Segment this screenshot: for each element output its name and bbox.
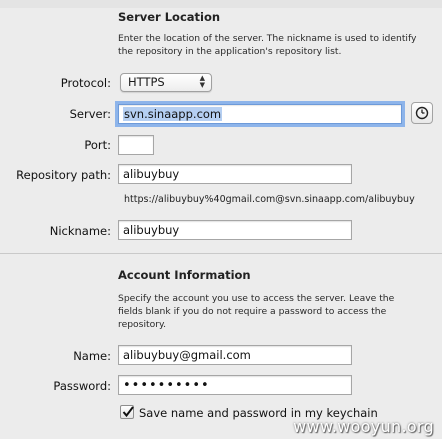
password-dots: •••••••••• [123, 378, 210, 393]
repository-url-preview: https://alibuybuy%40gmail.com@svn.sinaap… [124, 194, 415, 205]
protocol-select[interactable]: HTTPS ▲ ▼ [120, 73, 212, 92]
name-input[interactable]: alibuybuy@gmail.com [118, 345, 352, 365]
port-input[interactable] [118, 135, 154, 155]
server-input-value: svn.sinaapp.com [123, 107, 223, 121]
server-location-help: Enter the location of the server. The ni… [118, 33, 417, 57]
protocol-select-value: HTTPS [128, 75, 165, 89]
save-keychain-checkbox[interactable] [120, 405, 134, 419]
password-input[interactable]: •••••••••• [118, 375, 352, 395]
section-divider [0, 253, 442, 254]
password-label: Password: [53, 379, 111, 393]
server-input[interactable]: svn.sinaapp.com [118, 104, 402, 124]
scrolled-content-edge [0, 0, 442, 8]
port-label: Port: [84, 138, 111, 152]
watermark-text: www.wooyun.org [293, 417, 434, 436]
nickname-input[interactable]: alibuybuy [118, 220, 352, 240]
account-information-help: Specify the account you use to access th… [118, 293, 395, 330]
clock-icon [415, 106, 429, 120]
server-label: Server: [69, 107, 111, 121]
repository-path-label: Repository path: [16, 168, 111, 182]
name-label: Name: [73, 349, 111, 363]
account-information-title: Account Information [118, 268, 251, 282]
repository-settings-panel: Server Location Enter the location of th… [0, 0, 442, 439]
up-down-arrows-icon: ▲ ▼ [199, 74, 205, 89]
server-browse-button[interactable] [411, 102, 433, 124]
repository-path-input[interactable]: alibuybuy [118, 164, 352, 184]
protocol-label: Protocol: [60, 76, 111, 90]
nickname-label: Nickname: [49, 224, 111, 238]
server-location-title: Server Location [118, 10, 221, 24]
checkmark-icon [122, 406, 134, 418]
